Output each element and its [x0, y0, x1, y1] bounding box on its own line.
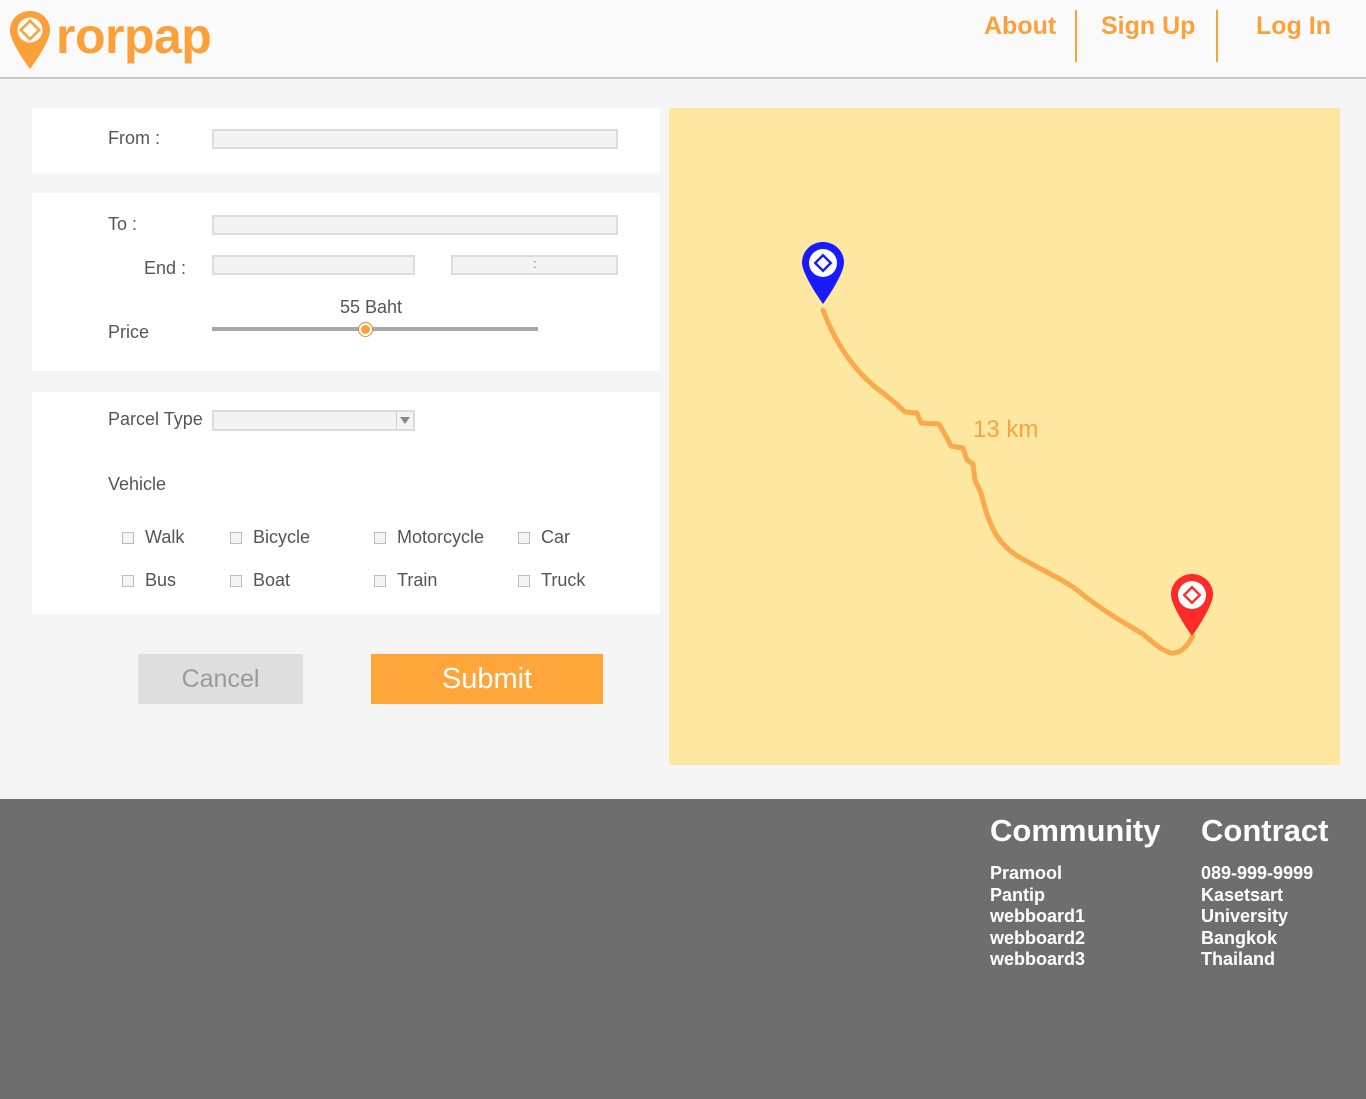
footer-contact-item: Thailand — [1201, 949, 1276, 970]
location-pin-logo-icon — [10, 11, 50, 69]
vehicle-option-label: Walk — [145, 527, 185, 547]
checkbox-icon[interactable] — [122, 531, 134, 544]
to-input[interactable] — [212, 215, 618, 235]
footer-contact-item: University — [1201, 906, 1289, 927]
checkbox-icon[interactable] — [518, 531, 530, 544]
nav-separator — [1216, 10, 1218, 62]
checkbox-icon[interactable] — [230, 574, 242, 587]
vehicle-option-label: Bus — [145, 570, 177, 590]
vehicle-option-label: Truck — [541, 570, 586, 590]
route-line — [820, 307, 1196, 656]
footer-contact-title: Contract — [1201, 813, 1329, 848]
end-label: End : — [144, 258, 187, 278]
submit-button[interactable]: Submit — [371, 654, 603, 704]
header: rorpap About Sign Up Log In — [0, 0, 1366, 79]
chevron-down-icon[interactable] — [396, 412, 413, 429]
price-value: 55 Baht — [340, 297, 403, 317]
price-label: Price — [108, 322, 150, 342]
vehicle-checkbox-walk[interactable]: Walk — [122, 527, 184, 548]
vehicle-label: Vehicle — [108, 474, 167, 494]
checkbox-icon[interactable] — [230, 531, 242, 544]
vehicle-checkbox-train[interactable]: Train — [374, 570, 437, 591]
vehicle-checkbox-bicycle[interactable]: Bicycle — [230, 527, 310, 548]
footer-community-link[interactable]: webboard2 — [990, 928, 1161, 950]
end-location-pin-icon — [1171, 574, 1213, 636]
time-separator: : — [533, 256, 537, 271]
footer-community-title: Community — [990, 813, 1161, 848]
nav-login-link[interactable]: Log In — [1256, 12, 1331, 41]
to-label: To : — [108, 214, 138, 234]
footer-community-link[interactable]: Pantip — [990, 885, 1161, 907]
from-input[interactable] — [212, 129, 618, 149]
vehicle-option-label: Bicycle — [253, 527, 311, 547]
route-distance-label: 13 km — [973, 416, 1039, 443]
parcel-panel: Parcel Type Vehicle Walk Bicycle Motorcy… — [32, 392, 660, 614]
footer-contact-item: 089-999-9999 — [1201, 863, 1314, 883]
vehicle-option-label: Boat — [253, 570, 291, 590]
price-slider-track[interactable] — [212, 327, 538, 331]
from-panel: From : — [32, 108, 660, 173]
vehicle-checkbox-car[interactable]: Car — [518, 527, 570, 548]
footer-community-link[interactable]: webboard1 — [990, 906, 1161, 928]
logo[interactable]: rorpap — [8, 8, 212, 71]
vehicle-checkbox-truck[interactable]: Truck — [518, 570, 585, 591]
checkbox-icon[interactable] — [518, 574, 530, 587]
checkbox-icon[interactable] — [374, 531, 386, 544]
footer-community-link[interactable]: Pramool — [990, 863, 1161, 885]
vehicle-option-label: Car — [541, 527, 571, 547]
footer-contact-item: Kasetsart — [1201, 884, 1284, 905]
start-location-pin-icon — [802, 242, 844, 304]
vehicle-checkbox-bus[interactable]: Bus — [122, 570, 176, 591]
footer-contact-item: Bangkok — [1201, 927, 1278, 948]
footer: Community Pramool Pantip webboard1 webbo… — [0, 799, 1366, 1099]
vehicle-option-label: Motorcycle — [397, 527, 485, 547]
brand-name: rorpap — [56, 8, 212, 64]
footer-contact-column: Contract 089-999-9999 Kasetsart Universi… — [1201, 813, 1328, 971]
vehicle-checkbox-motorcycle[interactable]: Motorcycle — [374, 527, 484, 548]
from-label: From : — [108, 128, 160, 148]
cancel-button[interactable]: Cancel — [138, 654, 303, 704]
parcel-type-select[interactable] — [212, 410, 415, 431]
vehicle-option-label: Train — [397, 570, 438, 590]
route-map[interactable]: 13 km — [669, 108, 1340, 765]
end-time-input[interactable]: : — [451, 255, 618, 275]
checkbox-icon[interactable] — [122, 574, 134, 587]
checkbox-icon[interactable] — [374, 574, 386, 587]
footer-community-column: Community Pramool Pantip webboard1 webbo… — [990, 813, 1161, 971]
nav-signup-link[interactable]: Sign Up — [1101, 12, 1195, 41]
price-slider-thumb[interactable] — [358, 323, 372, 336]
footer-community-link[interactable]: webboard3 — [990, 949, 1161, 971]
nav-separator — [1075, 10, 1077, 62]
vehicle-checkbox-boat[interactable]: Boat — [230, 570, 290, 591]
nav-about-link[interactable]: About — [984, 12, 1056, 41]
destination-panel: To : End : : Price 55 Baht — [32, 193, 660, 371]
end-date-input[interactable] — [212, 255, 415, 275]
parcel-type-label: Parcel Type — [108, 409, 203, 429]
